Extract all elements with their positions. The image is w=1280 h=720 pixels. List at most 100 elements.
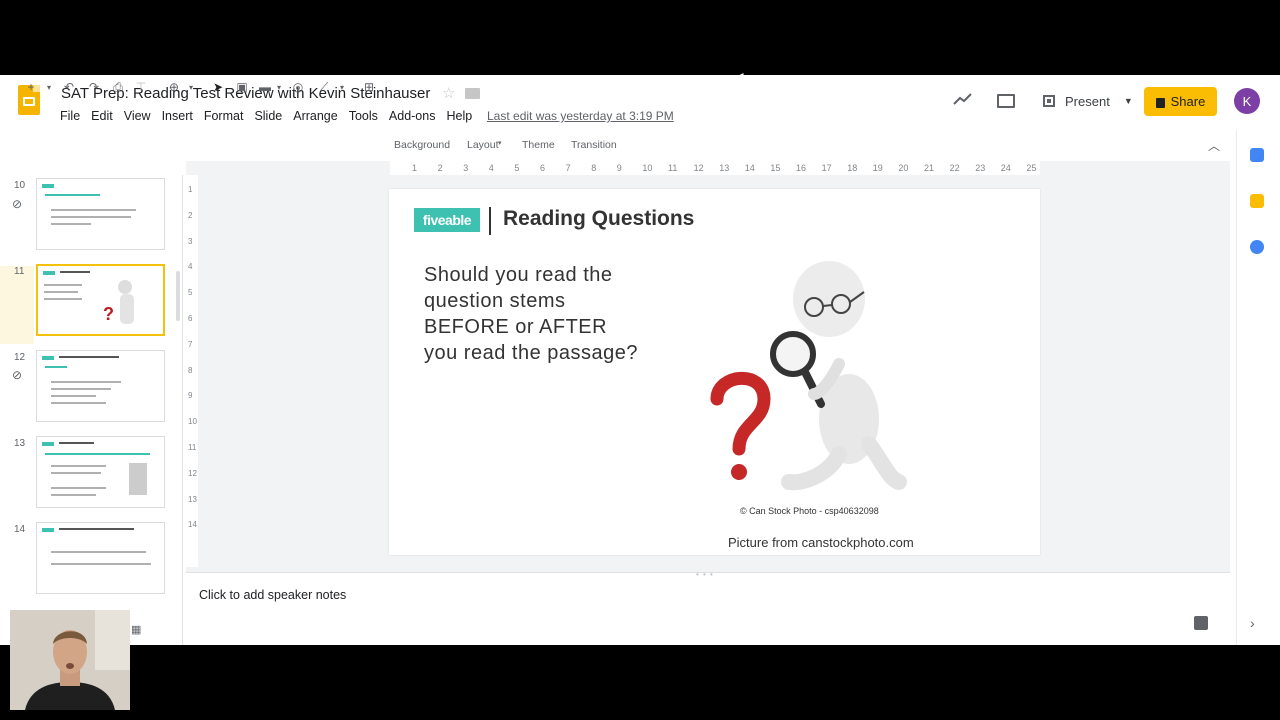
image-dropdown-icon[interactable]: ▾: [274, 75, 284, 99]
slide-thumbnail-14[interactable]: [36, 522, 165, 594]
ruler-tick-label: 5: [514, 163, 520, 173]
current-slide[interactable]: fiveable Reading Questions Should you re…: [389, 189, 1040, 555]
ruler-tick-label: 8: [188, 365, 193, 375]
last-edit-link[interactable]: Last edit was yesterday at 3:19 PM: [487, 109, 674, 123]
tasks-icon[interactable]: [1250, 240, 1264, 254]
menu-arrange[interactable]: Arrange: [293, 109, 337, 123]
ruler-tick-label: 23: [975, 163, 986, 173]
account-avatar[interactable]: K: [1234, 88, 1260, 114]
ruler-tick-label: 3: [463, 163, 469, 173]
share-button[interactable]: Share: [1144, 87, 1217, 116]
slide-number: 11: [14, 266, 25, 277]
layout-button[interactable]: Layout: [467, 139, 499, 151]
calendar-icon[interactable]: [1250, 148, 1264, 162]
menu-slide[interactable]: Slide: [254, 109, 282, 123]
zoom-icon[interactable]: ⊕: [166, 75, 182, 99]
insert-comment-icon[interactable]: ⊞: [361, 75, 377, 99]
slide-title[interactable]: Reading Questions: [503, 207, 694, 231]
keep-icon[interactable]: [1250, 194, 1264, 208]
shape-icon[interactable]: ◎: [290, 75, 306, 99]
screen: SAT Prep: Reading Test Review with Kevin…: [0, 0, 1280, 720]
ruler-tick-label: 14: [744, 163, 755, 173]
undo-icon[interactable]: ↶: [61, 75, 77, 99]
new-slide-dropdown-icon[interactable]: ▾: [44, 75, 54, 99]
ruler-tick-label: 2: [437, 163, 443, 173]
menu-edit[interactable]: Edit: [91, 109, 113, 123]
transition-button[interactable]: Transition: [571, 139, 617, 151]
menu-help[interactable]: Help: [446, 109, 472, 123]
menu-tools[interactable]: Tools: [349, 109, 378, 123]
ruler-tick-label: 17: [821, 163, 832, 173]
print-icon[interactable]: ⎙: [110, 75, 126, 99]
theme-button[interactable]: Theme: [522, 139, 555, 151]
filmstrip-scrollbar[interactable]: [176, 271, 180, 321]
activity-trend-icon[interactable]: [953, 91, 973, 107]
chevron-down-icon[interactable]: ▼: [1124, 96, 1133, 106]
image-icon[interactable]: ▬: [257, 75, 273, 99]
zoom-dropdown-icon[interactable]: ▾: [186, 75, 196, 99]
layout-dropdown-icon[interactable]: ▾: [498, 139, 502, 147]
star-icon[interactable]: ☆: [442, 84, 455, 102]
folder-icon[interactable]: [465, 88, 480, 99]
slide-question-text[interactable]: Should you read the question stems BEFOR…: [424, 262, 644, 366]
ruler-tick-label: 12: [188, 468, 197, 478]
chevron-right-icon[interactable]: ›: [1250, 615, 1255, 631]
vertical-ruler[interactable]: 1 2 3 4 5 6 7 8 9 10 11 12 13 14: [186, 175, 198, 567]
ruler-tick-label: 12: [693, 163, 704, 173]
ruler-tick-label: 5: [188, 288, 193, 298]
magnifier-figure-illustration[interactable]: [689, 244, 939, 494]
ruler-tick-label: 10: [642, 163, 653, 173]
select-cursor-icon[interactable]: ➤: [210, 75, 226, 99]
speaker-notes-placeholder[interactable]: Click to add speaker notes: [199, 588, 346, 602]
webcam-video: [10, 610, 130, 710]
menu-bar: File Edit View Insert Format Slide Arran…: [60, 109, 483, 123]
chevron-up-icon[interactable]: ︿: [1208, 137, 1220, 154]
ruler-tick-label: 21: [924, 163, 935, 173]
horizontal-ruler[interactable]: 1 2 3 4 5 6 7 8 9 10 11 12 13 14 15 16 17 18 19 20 21 22 23 24 2…: [390, 161, 1040, 175]
ruler-tick-label: 4: [488, 163, 494, 173]
ruler-tick-label: 7: [565, 163, 571, 173]
menu-add-ons[interactable]: Add-ons: [389, 109, 436, 123]
ruler-tick-label: 6: [188, 314, 193, 323]
ruler-tick-label: 15: [770, 163, 781, 173]
ruler-tick-label: 14: [188, 520, 197, 530]
ruler-tick-label: 22: [949, 163, 960, 173]
ruler-tick-label: 16: [796, 163, 807, 173]
ruler-tick-label: 9: [616, 163, 622, 173]
ruler-tick-label: 1: [412, 163, 418, 173]
ruler-tick-label: 7: [188, 339, 193, 349]
explore-icon[interactable]: [1194, 616, 1208, 630]
fiveable-logo: fiveable: [414, 208, 480, 232]
presenter-figure: [10, 610, 130, 710]
ruler-tick-label: 13: [719, 163, 730, 173]
ruler-tick-label: 8: [591, 163, 597, 173]
line-icon[interactable]: ⟋: [316, 75, 332, 99]
slide-thumbnail-11[interactable]: ?: [36, 264, 165, 336]
menu-file[interactable]: File: [60, 109, 80, 123]
slide-filmstrip: 10 ⊘ 11 ? 12 ⊘ 13 14: [0, 175, 183, 645]
menu-format[interactable]: Format: [204, 109, 244, 123]
logo-divider: [489, 207, 491, 235]
new-slide-icon[interactable]: +: [24, 75, 38, 99]
present-icon: [1043, 95, 1055, 107]
speaker-notes-panel[interactable]: • • • Click to add speaker notes: [186, 570, 1230, 645]
present-button[interactable]: Present ▼: [1036, 87, 1136, 115]
redo-icon[interactable]: ↷: [86, 75, 102, 99]
slide-thumbnail-13[interactable]: [36, 436, 165, 508]
notes-resize-handle[interactable]: • • •: [696, 570, 714, 579]
background-button[interactable]: Background: [394, 139, 450, 151]
comment-icon[interactable]: [997, 94, 1015, 108]
ruler-tick-label: 13: [188, 494, 197, 504]
slide-thumbnail-10[interactable]: [36, 178, 165, 250]
grid-view-icon[interactable]: ▦: [131, 623, 141, 636]
picture-source-text[interactable]: Picture from canstockphoto.com: [728, 535, 914, 550]
slide-thumbnail-12[interactable]: [36, 350, 165, 422]
lock-icon: [1155, 97, 1165, 108]
paint-format-icon[interactable]: ⊤: [134, 75, 148, 99]
ruler-tick-label: 24: [1000, 163, 1011, 173]
ruler-tick-label: 6: [540, 163, 546, 173]
menu-insert[interactable]: Insert: [162, 109, 193, 123]
line-dropdown-icon[interactable]: ▾: [337, 75, 347, 99]
menu-view[interactable]: View: [124, 109, 151, 123]
text-box-icon[interactable]: ▣: [234, 75, 250, 99]
